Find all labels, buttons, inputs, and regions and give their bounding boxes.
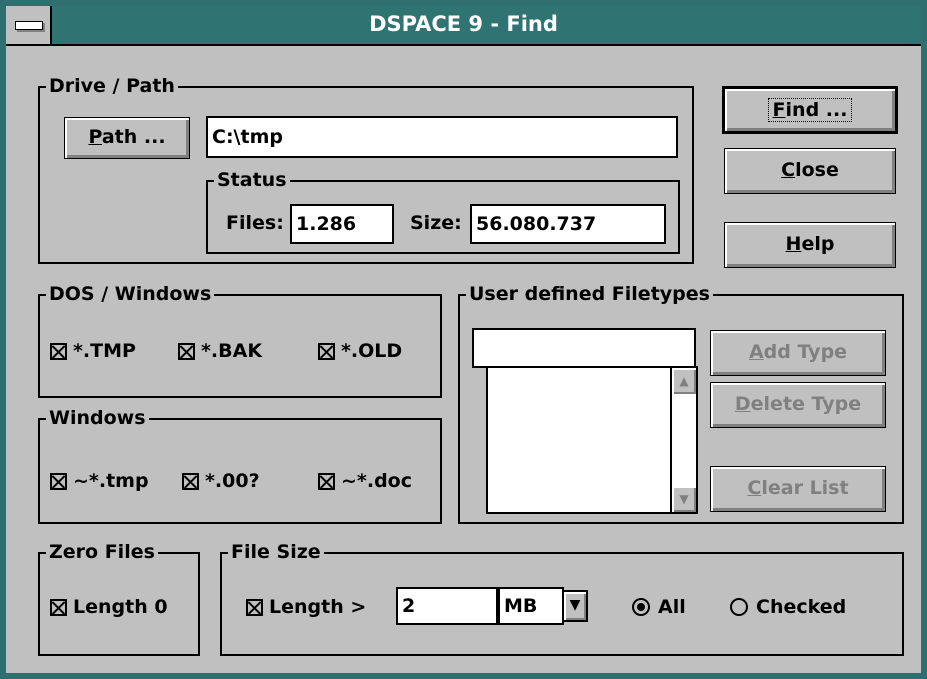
checkbox-checked-icon — [318, 472, 335, 490]
length-value-input[interactable]: 2 — [396, 587, 498, 625]
window-title: DSPACE 9 - Find — [369, 12, 558, 36]
checkbox-length-gt-label: Length > — [269, 596, 367, 618]
add-type-accel: A — [748, 341, 764, 363]
checkbox-tilde-tmp-label: ~*.tmp — [73, 470, 149, 492]
checkbox-tilde-doc-label: ~*.doc — [341, 470, 412, 492]
radio-checked-label: Checked — [756, 596, 847, 618]
checkbox-checked-icon — [246, 598, 263, 616]
clear-list-button[interactable]: Clear List — [710, 466, 886, 512]
checkbox-old-label: *.OLD — [341, 340, 403, 362]
close-accel: C — [781, 159, 796, 181]
radio-unselected-icon — [730, 598, 748, 616]
checkbox-length-gt[interactable]: Length > — [246, 596, 366, 618]
close-button[interactable]: Close — [724, 148, 896, 194]
close-label: lose — [795, 159, 839, 181]
checkbox-bak-label: *.BAK — [201, 340, 263, 362]
find-dialog: DSPACE 9 - Find Drive / Path Path ... C:… — [0, 0, 927, 679]
help-button[interactable]: Help — [724, 222, 896, 268]
file-size-legend: File Size — [228, 540, 324, 564]
size-label: Size: — [410, 212, 462, 234]
find-accel: F — [772, 99, 786, 121]
checkbox-00[interactable]: *.00? — [182, 470, 260, 492]
checkbox-tmp[interactable]: *.TMP — [50, 340, 136, 362]
filetype-list[interactable]: ▲ ▼ — [486, 366, 698, 514]
checkbox-old[interactable]: *.OLD — [318, 340, 402, 362]
status-legend: Status — [214, 168, 290, 192]
filetype-input[interactable] — [472, 328, 696, 368]
checkbox-00-label: *.00? — [205, 470, 260, 492]
files-value: 1.286 — [290, 204, 394, 244]
unit-select[interactable]: MB — [498, 587, 564, 625]
path-accel: P — [88, 126, 102, 148]
find-label: ind ... — [785, 99, 848, 121]
add-type-label: dd Type — [763, 341, 848, 363]
zero-files-legend: Zero Files — [46, 540, 158, 564]
checkbox-checked-icon — [50, 598, 67, 616]
checkbox-checked-icon — [182, 472, 199, 490]
checkbox-checked-icon — [50, 472, 67, 490]
help-accel: H — [785, 233, 802, 255]
radio-selected-icon — [632, 598, 650, 616]
scroll-down-arrow-icon[interactable]: ▼ — [672, 486, 696, 512]
dropdown-arrow-icon[interactable]: ▼ — [562, 590, 588, 622]
checkbox-length-0-label: Length 0 — [73, 596, 168, 618]
checkbox-checked-icon — [318, 342, 335, 360]
radio-checked[interactable]: Checked — [730, 596, 846, 618]
delete-type-button[interactable]: Delete Type — [710, 382, 886, 428]
files-label: Files: — [226, 212, 284, 234]
path-input[interactable]: C:\tmp — [206, 116, 678, 158]
windows-legend: Windows — [46, 406, 149, 430]
checkbox-tmp-label: *.TMP — [73, 340, 136, 362]
path-button[interactable]: Path ... — [64, 117, 190, 159]
radio-all-label: All — [658, 596, 686, 618]
radio-all[interactable]: All — [632, 596, 686, 618]
path-label: ath ... — [101, 126, 166, 148]
checkbox-tilde-tmp[interactable]: ~*.tmp — [50, 470, 149, 492]
delete-type-accel: D — [734, 393, 751, 415]
delete-type-label: elete Type — [750, 393, 862, 415]
drive-path-legend: Drive / Path — [46, 74, 178, 98]
filetype-list-scrollbar[interactable]: ▲ ▼ — [670, 368, 696, 512]
checkbox-tilde-doc[interactable]: ~*.doc — [318, 470, 412, 492]
find-button[interactable]: Find ... — [722, 86, 898, 134]
size-value: 56.080.737 — [470, 204, 666, 244]
add-type-button[interactable]: Add Type — [710, 330, 886, 376]
checkbox-length-0[interactable]: Length 0 — [50, 596, 168, 618]
title-bar[interactable]: DSPACE 9 - Find — [6, 6, 921, 46]
help-label: elp — [801, 233, 835, 255]
dos-windows-legend: DOS / Windows — [46, 282, 215, 306]
checkbox-checked-icon — [50, 342, 67, 360]
clear-list-label: lear List — [761, 477, 849, 499]
user-filetypes-legend: User defined Filetypes — [466, 282, 713, 306]
scroll-up-arrow-icon[interactable]: ▲ — [672, 368, 696, 394]
checkbox-bak[interactable]: *.BAK — [178, 340, 262, 362]
checkbox-checked-icon — [178, 342, 195, 360]
clear-list-accel: C — [747, 477, 762, 499]
